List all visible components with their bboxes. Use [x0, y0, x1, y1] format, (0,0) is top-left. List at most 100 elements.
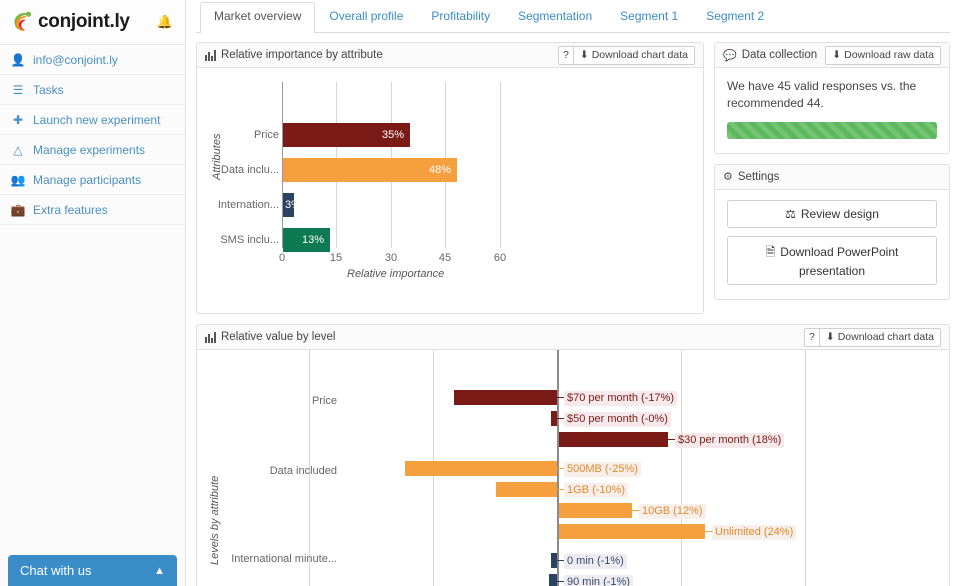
y-axis-title: Levels by attribute — [209, 476, 221, 565]
panel-header: Relative importance by attribute ? ⬇Down… — [197, 43, 703, 68]
label-connector — [557, 397, 564, 398]
tab-market-overview[interactable]: Market overview — [200, 2, 315, 33]
panel-data-collection: 💬 Data collection ⬇Download raw data We … — [714, 42, 950, 154]
sidebar-item-launch-new-experiment[interactable]: ✚ Launch new experiment — [0, 105, 185, 135]
value-label-price-30: $30 per month (18%) — [675, 433, 784, 448]
value-label-intl-0min: 0 min (-1%) — [564, 554, 627, 569]
comment-icon: 💬 — [723, 49, 737, 62]
conjointly-logo-icon — [12, 10, 34, 34]
data-collection-body: We have 45 valid responses vs. the recom… — [715, 68, 949, 153]
download-raw-data-button[interactable]: ⬇Download raw data — [825, 46, 941, 65]
group-label-international-minutes: International minute... — [205, 553, 337, 565]
sidebar-item-label: Launch new experiment — [33, 113, 160, 127]
bar-data-unlimited[interactable] — [559, 524, 705, 539]
cube-icon: ⚖ — [785, 207, 796, 221]
x-tick-45: 45 — [430, 252, 460, 264]
download-icon: ⬇ — [580, 49, 589, 61]
chat-with-us-button[interactable]: Chat with us ▲ — [8, 555, 177, 586]
sidebar-item-tasks[interactable]: ☰ Tasks — [0, 75, 185, 105]
panel-relative-value: Relative value by level ? ⬇Download char… — [196, 324, 950, 586]
value-label-price-70: $70 per month (-17%) — [564, 391, 677, 406]
sidebar-item-manage-participants[interactable]: 👥 Manage participants — [0, 165, 185, 195]
download-chart-data-button[interactable]: ⬇Download chart data — [820, 328, 941, 347]
group-label-price: Price — [217, 395, 337, 407]
download-chart-data-label: Download chart data — [838, 331, 934, 343]
review-design-label: Review design — [801, 207, 879, 221]
bar-data-500mb[interactable] — [405, 461, 557, 476]
x-axis-title: Relative importance — [347, 268, 444, 280]
sidebar-item-label: Tasks — [33, 83, 64, 97]
plus-icon: ✚ — [10, 113, 26, 127]
tab-segment-2[interactable]: Segment 2 — [692, 2, 778, 32]
panel-header-buttons: ? ⬇Download chart data — [558, 46, 695, 65]
help-button[interactable]: ? — [558, 46, 574, 65]
app-root: conjoint.ly 🔔 👤 info@conjoint.ly ☰ Tasks… — [0, 0, 960, 586]
chart-relative-value: Levels by attribute Price Data included … — [197, 350, 949, 586]
sidebar-item-manage-experiments[interactable]: △ Manage experiments — [0, 135, 185, 165]
bar-value-label: 13% — [283, 235, 324, 246]
file-p-icon: 🗎 — [766, 245, 776, 259]
tasks-icon: ☰ — [10, 83, 26, 97]
label-connector — [705, 531, 712, 532]
settings-body: ⚖ Review design 🗎Download PowerPoint pres… — [715, 190, 949, 299]
tab-profitability[interactable]: Profitability — [417, 2, 504, 32]
label-connector — [668, 439, 675, 440]
download-powerpoint-button[interactable]: 🗎Download PowerPoint presentation — [727, 236, 937, 285]
tab-bar: Market overview Overall profile Profitab… — [196, 0, 950, 33]
value-label-data-1gb: 1GB (-10%) — [564, 483, 628, 498]
chat-label: Chat with us — [20, 563, 92, 578]
category-label: Internation... — [197, 199, 279, 211]
review-design-button[interactable]: ⚖ Review design — [727, 200, 937, 228]
users-icon: 👥 — [10, 173, 26, 187]
chart-relative-importance: Attributes 0 15 30 45 60 Relative import… — [197, 68, 703, 313]
sidebar-item-account[interactable]: 👤 info@conjoint.ly — [0, 45, 185, 75]
bar-price-30[interactable] — [559, 432, 668, 447]
x-tick-60: 60 — [485, 252, 515, 264]
brand-header: conjoint.ly 🔔 — [0, 0, 185, 45]
bar-value-label: 35% — [283, 130, 404, 141]
right-column: 💬 Data collection ⬇Download raw data We … — [714, 42, 950, 314]
tab-overall-profile[interactable]: Overall profile — [315, 2, 417, 32]
briefcase-icon: 💼 — [10, 203, 26, 217]
x-tick-15: 15 — [321, 252, 351, 264]
main-content: Market overview Overall profile Profitab… — [186, 0, 960, 586]
bar-intl-90min[interactable] — [549, 574, 557, 586]
sidebar-item-label: Manage participants — [33, 173, 141, 187]
bar-data-10gb[interactable] — [559, 503, 632, 518]
x-tick-0: 0 — [267, 252, 297, 264]
gridline-right-1 — [681, 350, 682, 586]
sidebar: conjoint.ly 🔔 👤 info@conjoint.ly ☰ Tasks… — [0, 0, 186, 586]
label-connector — [557, 418, 564, 419]
category-label: Price — [197, 129, 279, 141]
label-connector — [557, 560, 564, 561]
download-chart-data-button[interactable]: ⬇Download chart data — [574, 46, 695, 65]
bell-icon[interactable]: 🔔 — [157, 14, 173, 30]
panel-settings: ⚙ Settings ⚖ Review design 🗎Download Powe… — [714, 164, 950, 300]
panel-title: Settings — [738, 171, 780, 183]
x-tick-30: 30 — [376, 252, 406, 264]
panel-header-buttons: ⬇Download raw data — [825, 46, 941, 65]
value-label-data-500mb: 500MB (-25%) — [564, 462, 641, 477]
label-connector — [557, 581, 564, 582]
category-label: Data inclu... — [197, 164, 279, 176]
bar-value-label: 48% — [283, 165, 451, 176]
data-collection-text: We have 45 valid responses vs. the recom… — [727, 78, 937, 113]
sidebar-item-extra-features[interactable]: 💼 Extra features — [0, 195, 185, 225]
chevron-up-icon: ▲ — [154, 565, 165, 577]
panel-title: Relative value by level — [221, 331, 335, 343]
tab-segmentation[interactable]: Segmentation — [504, 2, 606, 32]
bar-price-70[interactable] — [454, 390, 557, 405]
tab-segment-1[interactable]: Segment 1 — [606, 2, 692, 32]
download-raw-data-label: Download raw data — [844, 49, 934, 61]
panel-header: ⚙ Settings — [715, 165, 949, 190]
bar-value-label: 3% — [285, 200, 301, 211]
download-icon: ⬇ — [826, 331, 835, 343]
user-icon: 👤 — [10, 53, 26, 67]
value-label-intl-90min: 90 min (-1%) — [564, 575, 633, 586]
help-button[interactable]: ? — [804, 328, 820, 347]
panel-relative-importance: Relative importance by attribute ? ⬇Down… — [196, 42, 704, 314]
download-chart-data-label: Download chart data — [592, 49, 688, 61]
bar-chart-icon — [205, 332, 216, 343]
gear-icon: ⚙ — [723, 170, 733, 183]
bar-data-1gb[interactable] — [496, 482, 557, 497]
